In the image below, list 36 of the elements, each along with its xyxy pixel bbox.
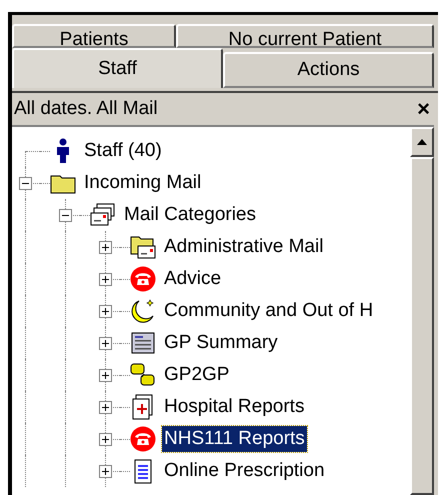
tree-item[interactable]: GP2GP [162, 362, 232, 388]
tab[interactable]: Staff [12, 48, 223, 88]
gp-badge-icon [130, 362, 156, 388]
expand-icon[interactable] [98, 432, 112, 446]
expand-icon[interactable] [98, 368, 112, 382]
report-icon [130, 330, 156, 356]
collapse-icon[interactable] [18, 176, 32, 190]
tree-item[interactable]: NHS111 Reports [162, 426, 307, 452]
tree-item[interactable]: Administrative Mail [162, 234, 326, 260]
expand-icon[interactable] [98, 464, 112, 478]
tree-item[interactable]: Incoming Mail [82, 170, 204, 196]
tree-item[interactable]: Online Prescription [162, 458, 327, 484]
tree-item[interactable]: Hospital Reports [162, 394, 306, 420]
tree-item[interactable]: Mail Categories [122, 202, 258, 228]
tree-item[interactable]: GP Summary [162, 330, 280, 356]
tree-item[interactable]: Staff (40) [82, 138, 164, 164]
expand-icon[interactable] [98, 304, 112, 318]
scroll-up-button[interactable] [410, 127, 434, 157]
expand-icon[interactable] [98, 240, 112, 254]
tab[interactable]: Actions [223, 52, 434, 88]
close-button[interactable]: × [417, 98, 430, 120]
tree-item[interactable]: Advice [162, 266, 224, 292]
collapse-icon[interactable] [58, 208, 72, 222]
envelopes-icon [90, 202, 116, 228]
expand-icon[interactable] [98, 400, 112, 414]
tab[interactable]: No current Patient [176, 24, 434, 48]
panel-title: All dates. All Mail [14, 96, 159, 121]
folder-envelope-icon [130, 234, 156, 260]
tab[interactable]: Patients [12, 24, 176, 48]
phone-icon [130, 266, 156, 292]
moon-icon [130, 298, 156, 324]
expand-icon[interactable] [98, 336, 112, 350]
tree-item[interactable]: Community and Out of H [162, 298, 376, 324]
up-arrow-icon [417, 139, 427, 145]
phone-icon [130, 426, 156, 452]
expand-icon[interactable] [98, 272, 112, 286]
